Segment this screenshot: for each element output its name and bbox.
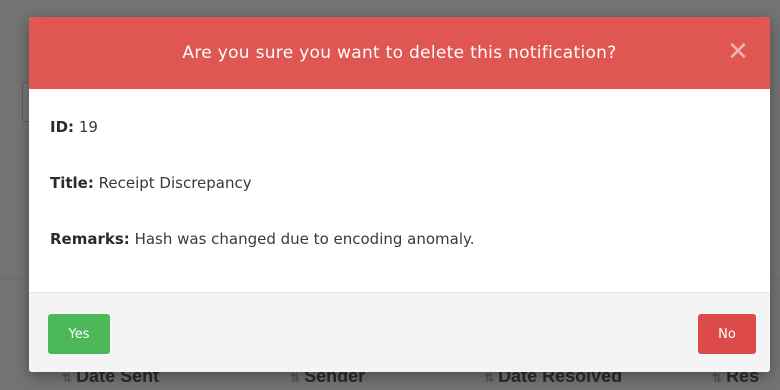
field-remarks-label: Remarks:	[50, 230, 130, 248]
no-button[interactable]: No	[698, 314, 756, 354]
modal-header: Are you sure you want to delete this not…	[29, 17, 770, 89]
field-id-label: ID:	[50, 118, 75, 136]
field-id-value: 19	[78, 118, 98, 136]
field-title: Title: Receipt Discrepancy	[50, 174, 252, 192]
sort-arrows-icon: ⇅	[290, 371, 300, 385]
delete-notification-modal: Are you sure you want to delete this not…	[29, 17, 770, 372]
modal-title: Are you sure you want to delete this not…	[182, 43, 617, 63]
close-icon[interactable]: ✕	[726, 39, 750, 65]
modal-body: ID: 19 Title: Receipt Discrepancy Remark…	[29, 89, 770, 292]
sort-arrows-icon: ⇅	[484, 371, 494, 385]
modal-footer: Yes No	[29, 292, 770, 372]
field-remarks-value: Hash was changed due to encoding anomaly…	[134, 230, 475, 248]
field-title-label: Title:	[50, 174, 94, 192]
sort-arrows-icon: ⇅	[62, 371, 72, 385]
sort-arrows-icon: ⇅	[712, 371, 722, 385]
field-remarks: Remarks: Hash was changed due to encodin…	[50, 230, 475, 248]
yes-button[interactable]: Yes	[48, 314, 110, 354]
field-title-value: Receipt Discrepancy	[98, 174, 252, 192]
field-id: ID: 19	[50, 118, 98, 136]
